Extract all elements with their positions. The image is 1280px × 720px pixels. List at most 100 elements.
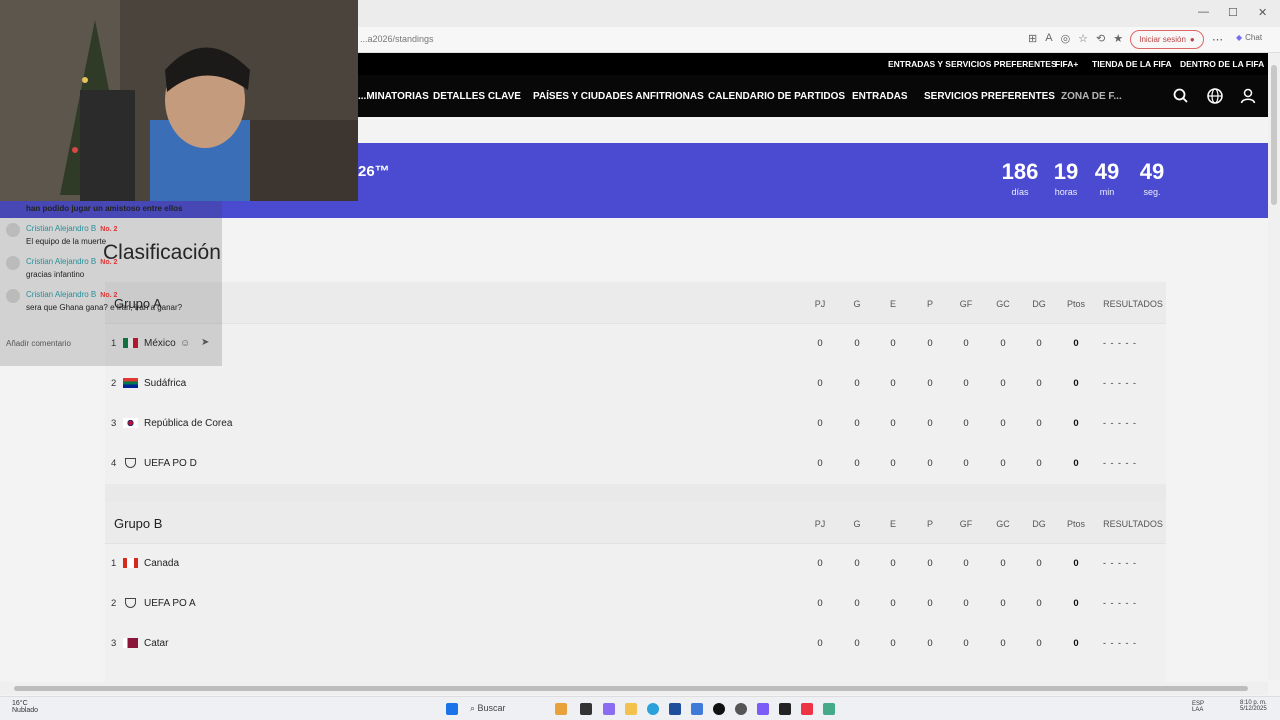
top-link[interactable]: ENTRADAS Y SERVICIOS PREFERENTES [888,59,1057,69]
apps-icon[interactable]: ⊞ [1028,32,1037,45]
team-name[interactable]: Sudáfrica [144,378,186,389]
reader-icon[interactable]: ◎ [1061,32,1071,45]
webcam-image [0,0,358,201]
stat-value: 0 [963,338,969,349]
app-icon[interactable] [779,703,791,715]
signin-button[interactable]: Iniciar sesión ● [1130,30,1204,49]
chat-message: han podido jugar un amistoso entre ellos [26,204,183,213]
stat-value: 0 [1000,458,1006,469]
results-form: - - - - - [1103,558,1137,568]
table-row[interactable]: 3 República de Corea 0 0 0 0 0 0 0 0 - - - - - [105,404,1166,444]
position-number: 2 [111,598,117,609]
chat-author: Cristian Alejandro B No. 2 [26,290,118,299]
table-row[interactable]: 2 Sudáfrica 0 0 0 0 0 0 0 0 - - - - - [105,364,1166,404]
nav-item[interactable]: ZONA DE F... [1061,91,1122,102]
horizontal-scrollbar[interactable] [0,682,1268,695]
weather-widget[interactable]: 16°C Nublado [12,700,38,714]
col-header: Ptos [1066,299,1085,309]
table-row[interactable]: 1 México 0 0 0 0 0 0 0 0- - - - - [105,324,1166,364]
points-value: 0 [1073,418,1079,429]
avatar [6,289,20,303]
team-name[interactable]: UEFA PO D [144,458,197,469]
top-link[interactable]: TIENDA DE LA FIFA [1092,59,1172,69]
col-header: E [889,519,896,529]
points-value: 0 [1073,558,1079,569]
stat-value: 0 [1000,558,1006,569]
more-menu-icon[interactable]: ⋯ [1212,33,1223,46]
col-header: RESULTADOS [1103,519,1163,529]
url-text[interactable]: ...a2026/standings [360,34,434,44]
col-header: GF [959,519,973,529]
send-icon[interactable]: ➤ [201,337,209,348]
app-icon[interactable] [669,703,681,715]
app-icon[interactable] [801,703,813,715]
stat-value: 0 [927,558,933,569]
top-link[interactable]: DENTRO DE LA FIFA [1180,59,1264,69]
clock[interactable]: 8:10 p. m. 5/12/2025 [1240,700,1267,712]
minimize-icon[interactable]: — [1198,6,1209,18]
group-table: Grupo A PJ G E P GF GC DG Ptos RESULTADO… [105,282,1166,484]
top-link[interactable]: FIFA+ [1055,59,1078,69]
col-header: GC [996,519,1010,529]
stat-value: 0 [1000,598,1006,609]
nav-item[interactable]: CALENDARIO DE PARTIDOS [708,91,845,102]
team-name[interactable]: Catar [144,638,168,649]
maximize-icon[interactable]: ☐ [1228,6,1238,19]
group-name: Grupo B [114,516,163,531]
app-icon[interactable] [580,703,592,715]
countdown-seconds: 49 seg. [1139,159,1165,197]
nav-item[interactable]: ...MINATORIAS [358,91,429,102]
table-row[interactable]: 3 Catar 0 0 0 0 0 0 0 0 - - - - - [105,624,1166,664]
stat-value: 0 [854,378,860,389]
team-name[interactable]: Canada [144,558,179,569]
app-icon[interactable] [555,703,567,715]
stat-value: 0 [817,598,823,609]
position-number: 4 [111,458,117,469]
extensions-icon[interactable]: ⟲ [1096,32,1105,45]
app-icon[interactable] [735,703,747,715]
globe-icon[interactable] [1206,87,1224,105]
team-name[interactable]: UEFA PO A [144,598,196,609]
emoji-icon[interactable]: ☺ [180,338,190,349]
favorites-icon[interactable]: ★ [1113,32,1123,45]
chat-input[interactable]: Añadir comentario [6,339,71,348]
tiktok-icon[interactable] [713,703,725,715]
shield-icon [125,598,136,608]
nav-item[interactable]: ENTRADAS [852,91,908,102]
results-form: - - - - - [1103,458,1137,468]
scroll-thumb[interactable] [1271,65,1277,205]
user-icon[interactable] [1239,87,1257,105]
col-header: PJ [814,299,826,309]
translate-icon[interactable]: A [1045,32,1052,45]
stat-value: 0 [890,338,896,349]
stat-value: 0 [1036,378,1042,389]
nav-item[interactable]: DETALLES CLAVE [433,91,521,102]
flag-icon [123,418,138,428]
stat-value: 0 [854,558,860,569]
table-row[interactable]: 2 UEFA PO A 0 0 0 0 0 0 0 0 - - - - - [105,584,1166,624]
vertical-scrollbar[interactable] [1268,53,1280,680]
nav-item[interactable]: PAÍSES Y CIUDADES ANFITRIONAS [533,91,704,102]
close-icon[interactable]: ✕ [1258,6,1267,19]
app-icon[interactable] [823,703,835,715]
folder-icon[interactable] [625,703,637,715]
stat-value: 0 [817,338,823,349]
stat-value: 0 [890,378,896,389]
app-icon[interactable] [757,703,769,715]
col-header: Ptos [1066,519,1085,529]
table-row[interactable]: 4 UEFA PO D 0 0 0 0 0 0 0 0 - - - - - [105,444,1166,484]
stat-value: 0 [1000,378,1006,389]
copilot-button[interactable]: ◆ Chat [1236,33,1262,42]
language-indicator[interactable]: ESP LAA [1192,701,1210,713]
table-row[interactable]: 1 Canada 0 0 0 0 0 0 0 0 - - - - - [105,544,1166,584]
start-icon[interactable] [446,703,458,715]
taskbar-search[interactable]: ⌕ Buscar [470,703,506,714]
nav-item[interactable]: SERVICIOS PREFERENTES [924,91,1055,102]
app-icon[interactable] [691,703,703,715]
scroll-thumb[interactable] [14,686,1248,691]
app-icon[interactable] [603,703,615,715]
favorite-star-icon[interactable]: ☆ [1078,32,1088,45]
edge-icon[interactable] [647,703,659,715]
search-icon[interactable] [1172,87,1190,105]
team-name[interactable]: República de Corea [144,418,232,429]
